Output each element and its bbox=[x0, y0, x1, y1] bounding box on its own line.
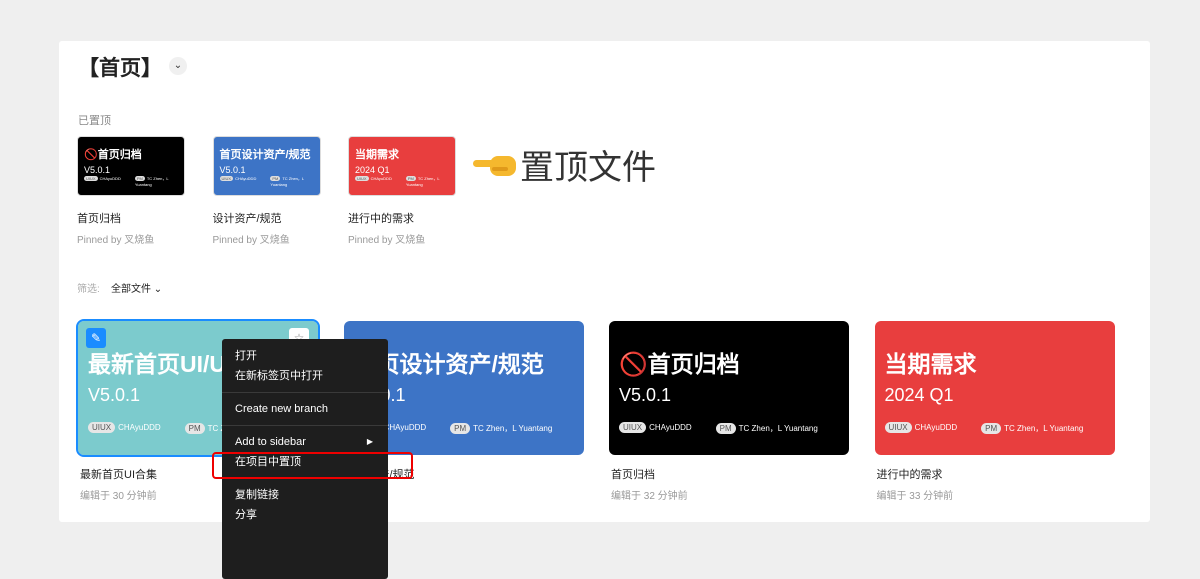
menu-item-share[interactable]: 分享 bbox=[222, 505, 388, 525]
thumb-version: V5.0.1 bbox=[619, 385, 672, 405]
file-card[interactable]: 当期需求 2024 Q1 UIUX CHAyuDDD PM TC Zhen，L Yuant… bbox=[874, 321, 1115, 502]
pinned-thumbnail[interactable]: 当期需求 2024 Q1 UIUX CHAyuDDD PM TC Zhen，L Yuant… bbox=[348, 136, 456, 196]
thumb-title: 当期需求 bbox=[355, 149, 399, 161]
person: CHAyuDDD bbox=[383, 423, 427, 432]
menu-item-copy-link[interactable]: 复制链接 bbox=[222, 485, 388, 505]
annotation-text: 置顶文件 bbox=[520, 149, 656, 187]
chevron-down-icon[interactable]: ⌄ bbox=[169, 57, 187, 75]
file-thumbnail[interactable]: 🚫首页归档 V5.0.1 UIUX CHAyuDDD PM TC Zhen，L Yuant… bbox=[609, 321, 849, 455]
thumb-title: 当期需求 bbox=[884, 351, 977, 377]
thumb-title: 首页设计资产/规范 bbox=[219, 149, 311, 161]
file-edited-time: 编辑于 33 分钟前 bbox=[876, 491, 954, 502]
filter-label: 筛选: bbox=[77, 284, 100, 295]
file-name: 首页归档 bbox=[611, 469, 655, 481]
pinned-file[interactable]: 首页设计资产/规范 V5.0.1 UIUX CHAyuDDD PM TC Zhen，L Y… bbox=[212, 136, 321, 246]
thumb-title: 🚫首页归档 bbox=[619, 351, 740, 377]
pinned-section-label: 已置顶 bbox=[78, 115, 111, 127]
tag: PM bbox=[450, 423, 471, 434]
thumb-version: V5.0.1 bbox=[84, 165, 111, 175]
file-name: 进行中的需求 bbox=[876, 469, 943, 481]
tag: UIUX bbox=[619, 422, 647, 433]
tag: PM bbox=[184, 423, 205, 434]
menu-item-add-to-sidebar[interactable]: Add to sidebar ▶ bbox=[222, 432, 388, 452]
pinned-file-name: 首页归档 bbox=[77, 213, 121, 225]
menu-item-create-branch[interactable]: Create new branch bbox=[222, 399, 388, 419]
menu-item-open[interactable]: 打开 bbox=[222, 346, 388, 366]
menu-item-label: Add to sidebar bbox=[235, 436, 306, 448]
person: TC Zhen，L Yuantang bbox=[1004, 424, 1084, 433]
person: CHAyuDDD bbox=[370, 176, 392, 181]
filter-dropdown[interactable]: 全部文件 ⌄ bbox=[111, 280, 162, 295]
file-card[interactable]: 🚫首页归档 V5.0.1 UIUX CHAyuDDD PM TC Zhen，L Yuant… bbox=[609, 321, 849, 502]
person: CHAyuDDD bbox=[99, 176, 121, 181]
pinned-file-name: 设计资产/规范 bbox=[212, 213, 282, 225]
tag: PM bbox=[270, 176, 281, 181]
pinned-by: Pinned by 叉烧鱼 bbox=[348, 235, 426, 246]
person: CHAyuDDD bbox=[649, 423, 692, 432]
person: CHAyuDDD bbox=[914, 423, 958, 432]
highlight-box bbox=[212, 452, 413, 479]
file-thumbnail[interactable]: 当期需求 2024 Q1 UIUX CHAyuDDD PM TC Zhen，L Yuant… bbox=[874, 321, 1115, 455]
menu-divider bbox=[222, 425, 388, 426]
tag: UIUX bbox=[84, 176, 98, 181]
pinned-by: Pinned by 叉烧鱼 bbox=[77, 235, 155, 246]
pinned-file[interactable]: 当期需求 2024 Q1 UIUX CHAyuDDD PM TC Zhen，L Yuant… bbox=[348, 136, 456, 246]
tag: UIUX bbox=[219, 176, 234, 181]
person: TC Zhen，L Yuantang bbox=[473, 424, 553, 433]
tag: PM bbox=[405, 176, 416, 181]
tag: UIUX bbox=[88, 422, 116, 433]
pinned-by: Pinned by 叉烧鱼 bbox=[212, 235, 290, 246]
tag: UIUX bbox=[355, 176, 369, 181]
pointing-left-hand-icon bbox=[473, 155, 516, 176]
pinned-file-name: 进行中的需求 bbox=[348, 213, 414, 225]
tag: UIUX bbox=[884, 422, 912, 433]
pinned-thumbnail[interactable]: 🚫首页归档 V5.0.1 UIUX CHAyuDDD PM TC Zhen，L Yuant… bbox=[77, 136, 185, 196]
edit-badge-icon: ✎ bbox=[86, 328, 106, 348]
pinned-thumbnail[interactable]: 首页设计资产/规范 V5.0.1 UIUX CHAyuDDD PM TC Zhen，L Y… bbox=[212, 136, 321, 196]
pinned-file[interactable]: 🚫首页归档 V5.0.1 UIUX CHAyuDDD PM TC Zhen，L Yuant… bbox=[77, 136, 185, 246]
thumb-version: 2024 Q1 bbox=[355, 165, 390, 175]
tag: PM bbox=[981, 423, 1002, 434]
page-title: 【首页】 bbox=[78, 57, 162, 80]
person: CHAyuDDD bbox=[118, 423, 161, 432]
menu-divider bbox=[222, 392, 388, 393]
tag: PM bbox=[134, 176, 145, 181]
person: CHAyuDDD bbox=[235, 176, 257, 181]
submenu-arrow-icon: ▶ bbox=[366, 437, 373, 446]
thumb-title: 🚫首页归档 bbox=[84, 149, 142, 161]
menu-item-open-new-tab[interactable]: 在新标签页中打开 bbox=[222, 366, 388, 386]
annotation: 置顶文件 bbox=[472, 140, 656, 189]
thumb-version: V5.0.1 bbox=[219, 165, 246, 175]
file-edited-time: 编辑于 32 分钟前 bbox=[611, 491, 688, 502]
person: TC Zhen，L Yuantang bbox=[738, 424, 818, 433]
thumb-version: 2024 Q1 bbox=[884, 385, 954, 405]
tag: PM bbox=[715, 423, 736, 434]
